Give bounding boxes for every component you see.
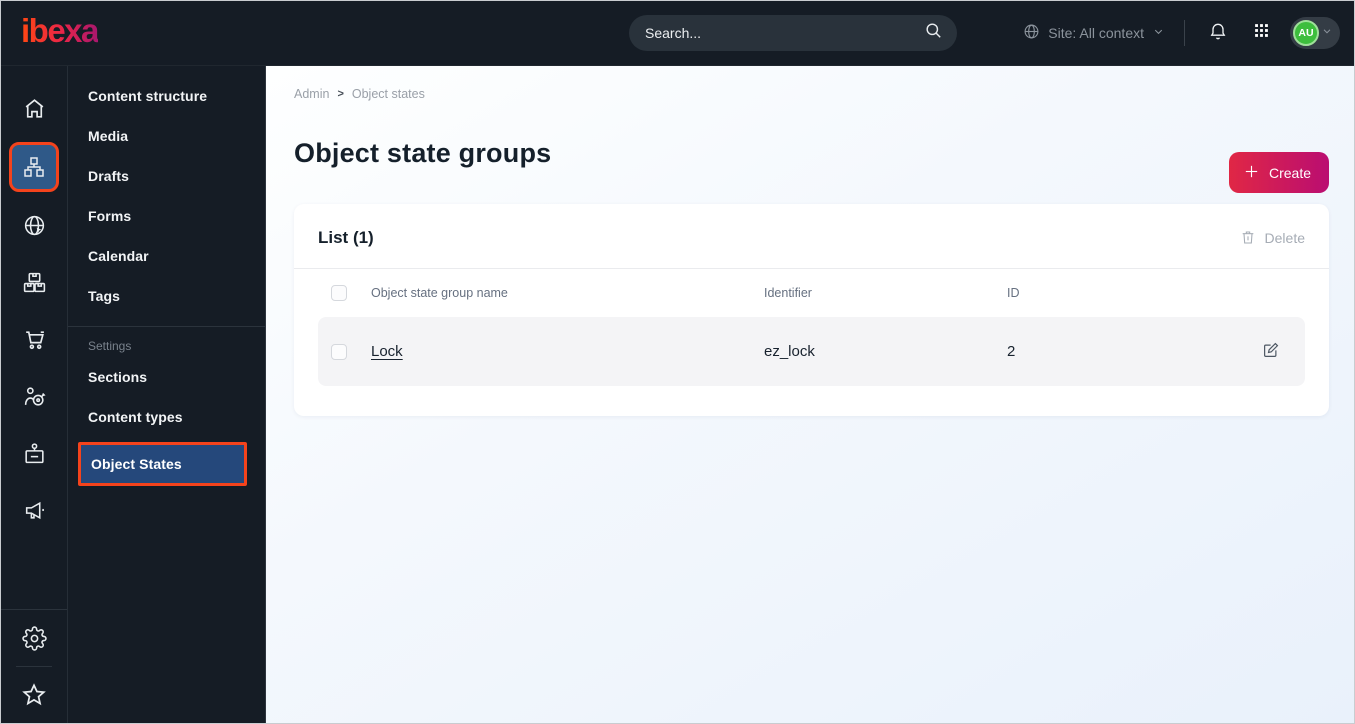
sidebar-item-customer-profiling[interactable] [6, 368, 62, 425]
edit-icon [1262, 341, 1280, 362]
search-input[interactable] [645, 25, 924, 41]
search-icon[interactable] [924, 21, 943, 45]
user-menu[interactable]: AU [1290, 17, 1340, 49]
notifications-button[interactable] [1204, 19, 1232, 47]
delete-button[interactable]: Delete [1240, 229, 1305, 248]
gear-icon [21, 625, 47, 651]
app-grid-icon [1253, 22, 1270, 44]
star-icon [21, 682, 47, 708]
sidebar-item-commerce[interactable] [6, 311, 62, 368]
menu-item-object-states[interactable]: Object States [78, 442, 247, 486]
menu-sidebar: Content structure Media Drafts Forms Cal… [68, 66, 266, 723]
menu-section-label: Settings [88, 339, 132, 353]
topbar-controls: Site: All context AU [1023, 17, 1340, 49]
chevron-down-icon [1152, 25, 1165, 41]
menu-item-forms[interactable]: Forms [68, 196, 265, 236]
breadcrumb-separator: > [337, 88, 344, 100]
object-state-groups-table: Object state group name Identifier ID Lo… [294, 269, 1329, 416]
menu-item-calendar[interactable]: Calendar [68, 236, 265, 276]
sidebar-item-product-catalog[interactable] [6, 254, 62, 311]
sidebar-item-bookmarks[interactable] [6, 667, 62, 723]
sidebar-item-admin-settings[interactable] [6, 610, 62, 666]
home-icon [22, 96, 47, 121]
megaphone-icon [22, 498, 47, 523]
row-name-link[interactable]: Lock [371, 343, 403, 360]
avatar: AU [1293, 20, 1319, 46]
column-header-id: ID [1007, 286, 1020, 300]
cart-icon [22, 327, 47, 352]
main-content: Admin > Object states Create Object stat… [266, 66, 1354, 723]
menu-item-content-structure[interactable]: Content structure [68, 76, 265, 116]
sidebar-item-dashboard[interactable] [6, 80, 62, 137]
topbar-divider [1184, 20, 1185, 46]
rail-footer [1, 609, 67, 723]
bell-icon [1208, 21, 1228, 46]
product-catalog-icon [22, 270, 47, 295]
content-structure-icon [22, 155, 46, 179]
sidebar-item-marketing[interactable] [6, 482, 62, 539]
row-id: 2 [1007, 343, 1016, 360]
list-card: List (1) Delete Object state group name … [294, 204, 1329, 416]
corporate-badge-icon [22, 441, 47, 466]
breadcrumb-admin[interactable]: Admin [294, 87, 329, 101]
table-row: Lock ez_lock 2 [318, 317, 1305, 386]
sidebar-item-site-management[interactable] [6, 197, 62, 254]
delete-button-label: Delete [1264, 230, 1305, 246]
select-all-checkbox[interactable] [331, 285, 347, 301]
menu-item-content-types[interactable]: Content types [68, 397, 265, 437]
site-globe-icon [22, 213, 47, 238]
globe-icon [1023, 23, 1040, 43]
row-checkbox[interactable] [331, 343, 347, 360]
global-search[interactable] [629, 15, 957, 51]
ibexa-logo[interactable]: ibexa [21, 14, 99, 53]
plus-icon [1243, 163, 1260, 183]
app-window: ibexa Site: All context [0, 0, 1355, 724]
menu-item-tags[interactable]: Tags [68, 276, 265, 316]
annotation-highlight-box: Object States [78, 442, 247, 486]
create-button-label: Create [1268, 164, 1311, 181]
list-card-header: List (1) Delete [294, 204, 1329, 269]
chevron-down-icon [1321, 24, 1333, 42]
site-context-label: Site: All context [1048, 25, 1144, 41]
menu-item-media[interactable]: Media [68, 116, 265, 156]
page-title: Object state groups [294, 138, 552, 168]
menu-item-drafts[interactable]: Drafts [68, 156, 265, 196]
column-header-name: Object state group name [371, 286, 508, 300]
site-context-selector[interactable]: Site: All context [1023, 23, 1165, 43]
column-header-identifier: Identifier [764, 286, 812, 300]
list-title: List (1) [318, 228, 374, 247]
row-edit-button[interactable] [1257, 341, 1285, 362]
create-button[interactable]: Create [1228, 152, 1329, 193]
menu-item-sections[interactable]: Sections [68, 357, 265, 397]
sidebar-item-content[interactable] [6, 142, 62, 192]
table-header-row: Object state group name Identifier ID [318, 269, 1305, 317]
breadcrumb-object-states[interactable]: Object states [352, 87, 425, 101]
app-switcher-button[interactable] [1247, 19, 1275, 47]
icon-rail [1, 66, 68, 723]
annotation-highlight-box [9, 142, 59, 192]
row-identifier: ez_lock [764, 343, 815, 360]
customer-target-icon [22, 384, 47, 409]
trash-icon [1240, 229, 1256, 248]
breadcrumb: Admin > Object states [294, 87, 1329, 101]
topbar: ibexa Site: All context [1, 1, 1354, 66]
sidebar-item-corporate[interactable] [6, 425, 62, 482]
